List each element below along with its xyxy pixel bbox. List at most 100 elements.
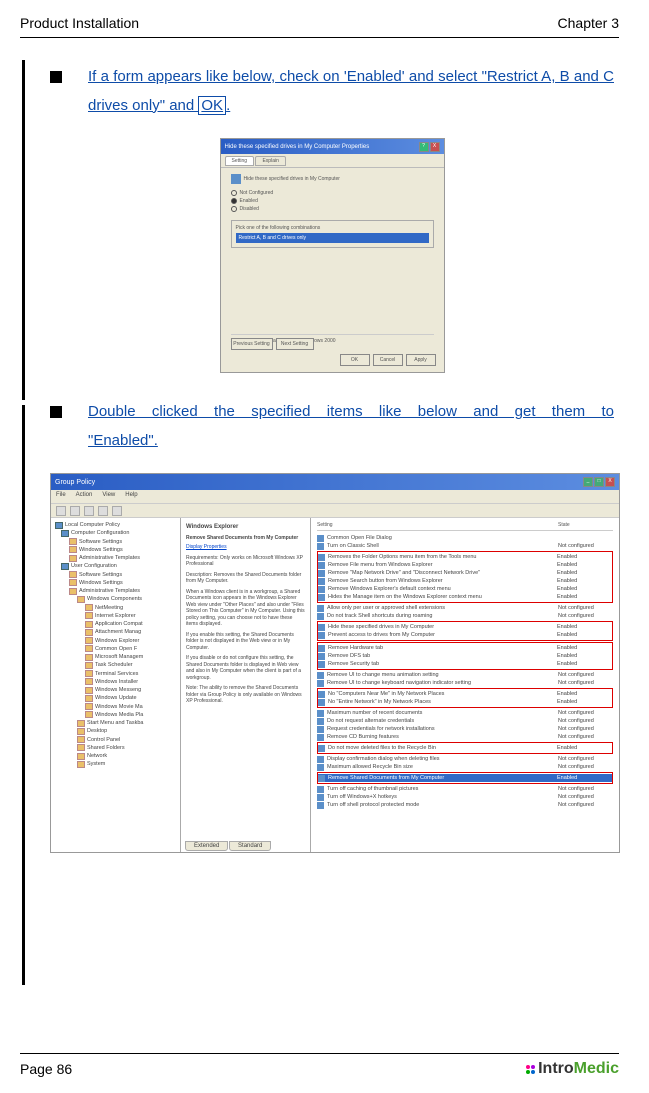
apply-button[interactable]: Apply (406, 354, 436, 366)
properties-icon[interactable] (112, 506, 122, 516)
menu-file[interactable]: File (56, 492, 66, 501)
tab-explain[interactable]: Explain (255, 156, 285, 166)
tree-item[interactable]: Software Settings (55, 571, 176, 579)
setting-row[interactable]: Hides the Manage item on the Windows Exp… (318, 593, 612, 601)
setting-row[interactable]: Maximum number of recent documentsNot co… (317, 709, 613, 717)
setting-row[interactable]: Remove Security tabEnabled (318, 660, 612, 668)
back-icon[interactable] (56, 506, 66, 516)
refresh-icon[interactable] (98, 506, 108, 516)
setting-row[interactable]: Hide these specified drives in My Comput… (318, 623, 612, 631)
bullet-square-icon (50, 71, 62, 83)
folder-icon (55, 522, 63, 529)
setting-row[interactable]: Remove File menu from Windows ExplorerEn… (318, 561, 612, 569)
setting-row[interactable]: Remove DFS tabEnabled (318, 652, 612, 660)
maximize-icon[interactable]: □ (594, 477, 604, 487)
tree-item[interactable]: Network (55, 752, 176, 760)
setting-row[interactable]: Turn off shell protocol protected modeNo… (317, 801, 613, 809)
setting-row[interactable]: Remove CD Burning featuresNot configured (317, 733, 613, 741)
tree-pane[interactable]: Local Computer PolicyComputer Configurat… (51, 518, 181, 852)
instruction-bullet-2: Double clicked the specified items like … (50, 398, 614, 455)
tree-item[interactable]: Shared Folders (55, 744, 176, 752)
tree-item[interactable]: Administrative Templates (55, 554, 176, 562)
forward-icon[interactable] (70, 506, 80, 516)
setting-row[interactable]: Remove "Map Network Drive" and "Disconne… (318, 569, 612, 577)
tree-item[interactable]: Local Computer Policy (55, 521, 176, 529)
help-icon[interactable]: ? (419, 142, 429, 152)
logo-dots-icon (526, 1065, 535, 1074)
tree-item[interactable]: User Configuration (55, 562, 176, 570)
setting-row[interactable]: Turn off caching of thumbnail picturesNo… (317, 785, 613, 793)
next-setting-button[interactable]: Next Setting (276, 338, 314, 350)
menu-view[interactable]: View (102, 492, 115, 501)
list-header: Setting State (317, 522, 613, 531)
ok-button[interactable]: OK (340, 354, 370, 366)
tree-item[interactable]: Windows Settings (55, 579, 176, 587)
tab-setting[interactable]: Setting (225, 156, 255, 166)
setting-row[interactable]: Do not request alternate credentialsNot … (317, 717, 613, 725)
tree-item[interactable]: Windows Explorer (55, 637, 176, 645)
tree-item[interactable]: Task Scheduler (55, 661, 176, 669)
menu-action[interactable]: Action (76, 492, 93, 501)
tree-item[interactable]: Internet Explorer (55, 612, 176, 620)
tree-item[interactable]: Terminal Services (55, 670, 176, 678)
radio-disabled[interactable]: Disabled (231, 206, 434, 212)
dropdown-selected[interactable]: Restrict A, B and C drives only (236, 233, 429, 243)
minimize-icon[interactable]: _ (583, 477, 593, 487)
tree-item[interactable]: Control Panel (55, 736, 176, 744)
tree-item[interactable]: Windows Settings (55, 546, 176, 554)
cancel-button[interactable]: Cancel (373, 354, 403, 366)
tree-item[interactable]: Attachment Manag (55, 628, 176, 636)
tree-item[interactable]: Microsoft Managem (55, 653, 176, 661)
tree-item[interactable]: Desktop (55, 727, 176, 735)
close-icon[interactable]: X (430, 142, 440, 152)
tree-item[interactable]: Software Settings (55, 538, 176, 546)
setting-row[interactable]: Turn off Windows+X hotkeysNot configured (317, 793, 613, 801)
setting-row[interactable]: Maximum allowed Recycle Bin sizeNot conf… (317, 763, 613, 771)
setting-row[interactable]: Remove Windows Explorer's default contex… (318, 585, 612, 593)
radio-not-configured[interactable]: Not Configured (231, 190, 434, 196)
setting-row[interactable]: Remove UI to change menu animation setti… (317, 671, 613, 679)
radio-enabled[interactable]: Enabled (231, 198, 434, 204)
tab-extended[interactable]: Extended (185, 841, 228, 851)
setting-row[interactable]: Removes the Folder Options menu item fro… (318, 553, 612, 561)
tree-item[interactable]: Application Compat (55, 620, 176, 628)
tree-item[interactable]: Administrative Templates (55, 587, 176, 595)
setting-row[interactable]: Display confirmation dialog when deletin… (317, 755, 613, 763)
setting-row[interactable]: No "Entire Network" in My Network Places… (318, 698, 612, 706)
tree-item[interactable]: Windows Movie Ma (55, 703, 176, 711)
tree-item[interactable]: NetMeeting (55, 604, 176, 612)
highlighted-group: Remove Shared Documents from My Computer… (317, 772, 613, 784)
display-properties-link[interactable]: Display Properties (186, 544, 305, 551)
setting-row[interactable]: Do not move deleted files to the Recycle… (318, 744, 612, 752)
tree-item[interactable]: System (55, 760, 176, 768)
previous-setting-button[interactable]: Previous Setting (231, 338, 273, 350)
tab-standard[interactable]: Standard (229, 841, 271, 851)
setting-row[interactable]: Turn on Classic ShellNot configured (317, 542, 613, 550)
setting-row[interactable]: Remove Search button from Windows Explor… (318, 577, 612, 585)
setting-row[interactable]: Request credentials for network installa… (317, 725, 613, 733)
tree-item[interactable]: Start Menu and Taskba (55, 719, 176, 727)
tree-item[interactable]: Windows Media Pla (55, 711, 176, 719)
close-icon[interactable]: X (605, 477, 615, 487)
setting-row[interactable]: Remove Hardware tabEnabled (318, 644, 612, 652)
setting-row[interactable]: No "Computers Near Me" in My Network Pla… (318, 690, 612, 698)
tree-item[interactable]: Windows Update (55, 694, 176, 702)
folder-icon (69, 571, 77, 578)
up-icon[interactable] (84, 506, 94, 516)
tree-item[interactable]: Windows Installer (55, 678, 176, 686)
settings-list-pane[interactable]: Setting State Common Open File DialogTur… (311, 518, 619, 852)
setting-icon (317, 794, 324, 801)
setting-row[interactable]: Allow only per user or approved shell ex… (317, 604, 613, 612)
tree-item[interactable]: Windows Messeng (55, 686, 176, 694)
setting-row[interactable]: Common Open File Dialog (317, 534, 613, 542)
tree-item[interactable]: Computer Configuration (55, 529, 176, 537)
menu-help[interactable]: Help (125, 492, 137, 501)
setting-row[interactable]: Do not track Shell shortcuts during roam… (317, 612, 613, 620)
setting-row[interactable]: Remove Shared Documents from My Computer… (318, 774, 612, 782)
bullet-text: If a form appears like below, check on '… (88, 63, 614, 120)
page-number: Page 86 (20, 1061, 72, 1077)
setting-row[interactable]: Prevent access to drives from My Compute… (318, 631, 612, 639)
tree-item[interactable]: Common Open F (55, 645, 176, 653)
tree-item[interactable]: Windows Components (55, 595, 176, 603)
setting-row[interactable]: Remove UI to change keyboard navigation … (317, 679, 613, 687)
